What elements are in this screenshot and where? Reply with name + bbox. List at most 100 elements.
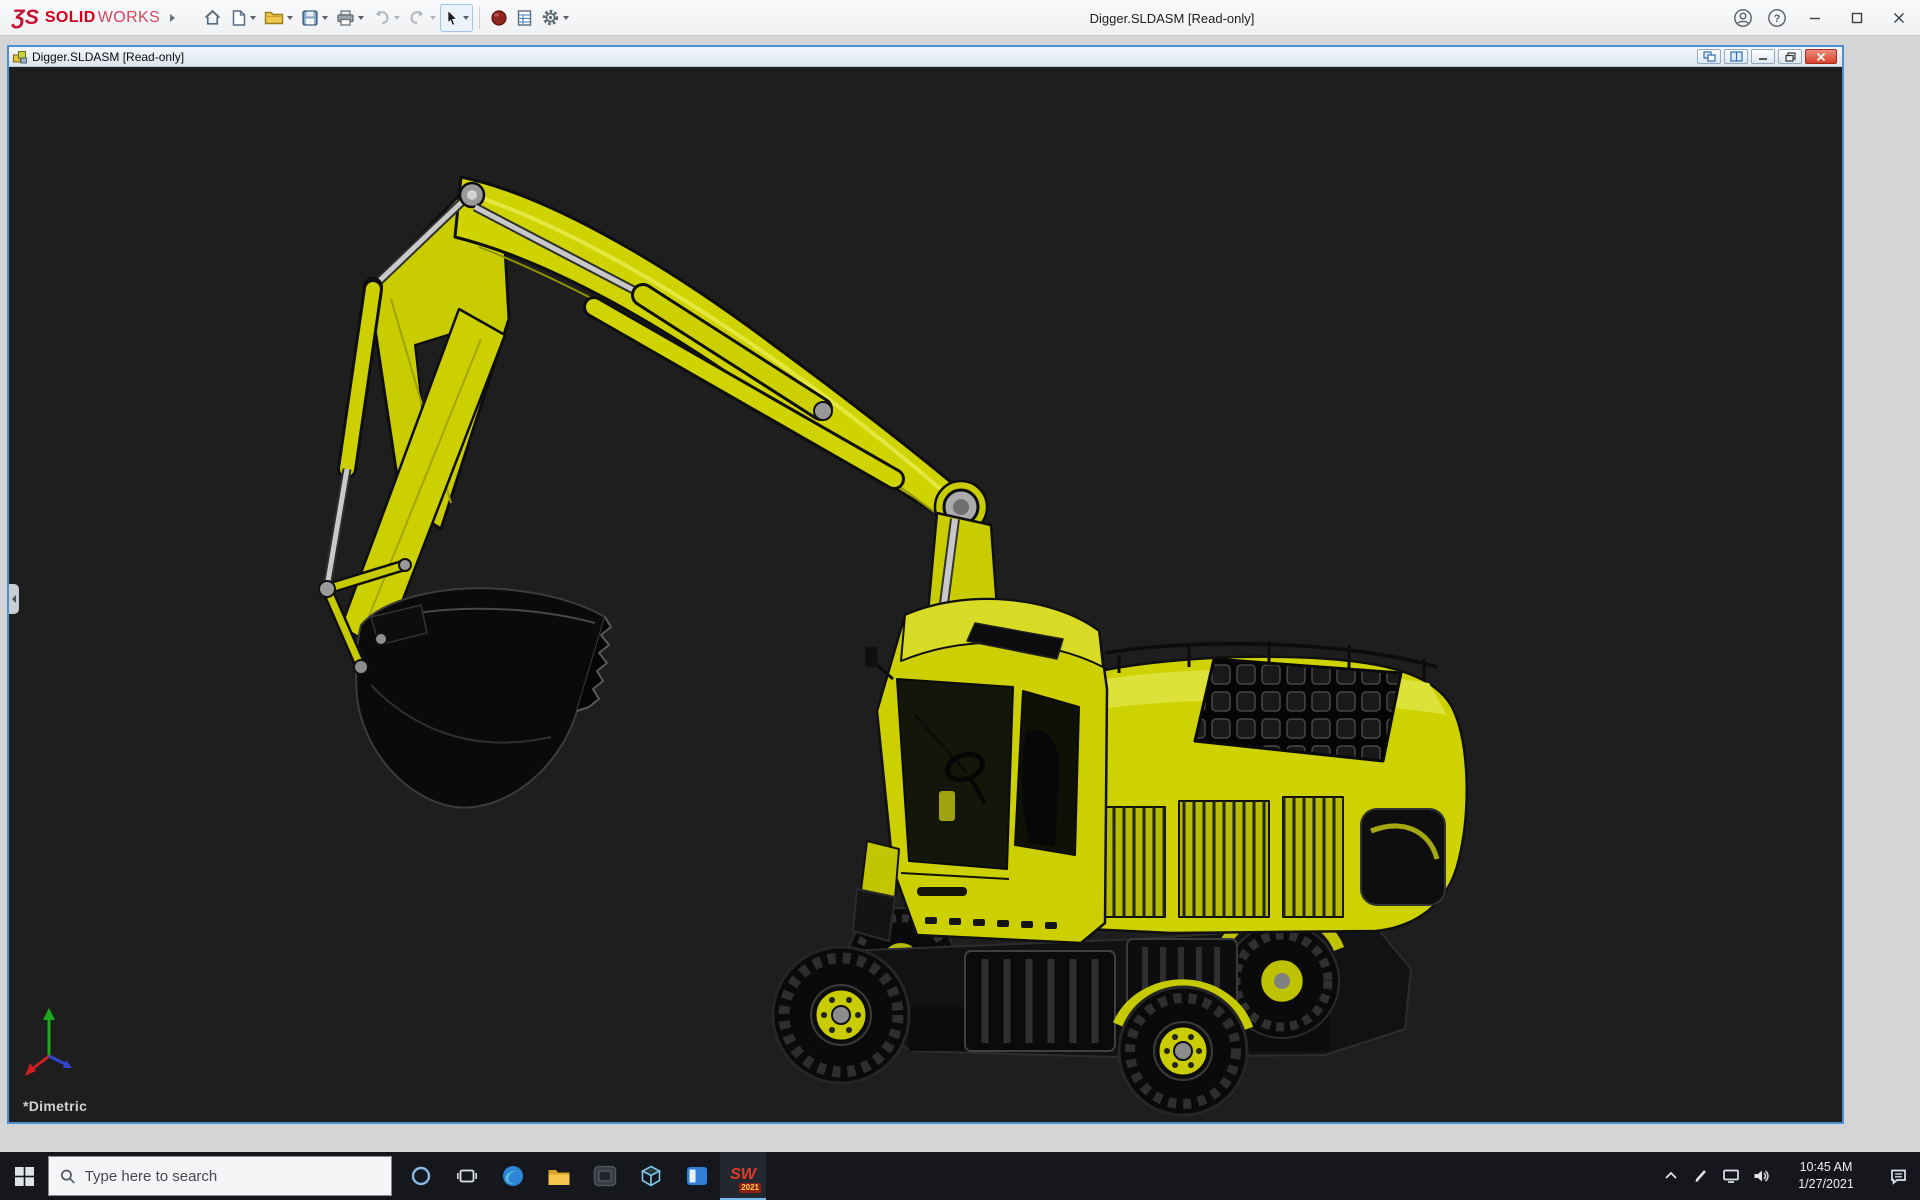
options-dropdown-caret[interactable] bbox=[563, 16, 569, 20]
taskbar-app2-button[interactable] bbox=[628, 1152, 674, 1200]
action-center-icon bbox=[1889, 1167, 1908, 1186]
doc-minimize-icon bbox=[1758, 52, 1768, 61]
assembly-document-icon bbox=[12, 49, 28, 65]
pen-icon bbox=[1693, 1168, 1709, 1184]
3d-scene[interactable] bbox=[9, 67, 1842, 1122]
redo-dropdown-caret[interactable] bbox=[430, 16, 436, 20]
task-view-button[interactable] bbox=[444, 1152, 490, 1200]
taskbar-app1-icon bbox=[593, 1164, 617, 1188]
doc-tile-button-2[interactable] bbox=[1724, 49, 1748, 64]
taskbar-clock[interactable]: 10:45 AM 1/27/2021 bbox=[1780, 1159, 1872, 1194]
document-titlebar[interactable]: Digger.SLDASM [Read-only] bbox=[9, 47, 1842, 67]
home-button[interactable] bbox=[199, 4, 226, 32]
select-tool-button[interactable] bbox=[440, 4, 473, 32]
cortana-icon bbox=[410, 1165, 432, 1187]
new-document-button[interactable] bbox=[226, 4, 260, 32]
document-window: Digger.SLDASM [Read-only] bbox=[7, 45, 1844, 1124]
close-button[interactable] bbox=[1878, 0, 1920, 36]
help-button[interactable]: ? bbox=[1760, 0, 1794, 36]
select-tool-dropdown-caret[interactable] bbox=[463, 16, 469, 20]
minimize-button[interactable] bbox=[1794, 0, 1836, 36]
boom-cylinder[interactable] bbox=[475, 207, 832, 420]
solidworks-icon: SW bbox=[730, 1167, 756, 1183]
windows-ink-button[interactable] bbox=[1686, 1152, 1716, 1200]
doc-tile-button-1[interactable] bbox=[1697, 49, 1721, 64]
tile-windows-icon bbox=[1703, 51, 1716, 62]
windows-start-icon bbox=[15, 1167, 34, 1186]
front-left-wheel[interactable] bbox=[773, 947, 909, 1083]
window-title: Digger.SLDASM [Read-only] bbox=[1090, 0, 1255, 36]
cortana-button[interactable] bbox=[398, 1152, 444, 1200]
taskbar-app2-icon bbox=[639, 1164, 663, 1188]
new-document-dropdown-caret[interactable] bbox=[250, 16, 256, 20]
search-input[interactable] bbox=[85, 1168, 380, 1185]
hidden-icons-button[interactable] bbox=[1656, 1152, 1686, 1200]
boom-assembly[interactable] bbox=[341, 177, 987, 651]
chevron-up-icon bbox=[1664, 1170, 1678, 1182]
clock-date: 1/27/2021 bbox=[1780, 1176, 1872, 1194]
edge-browser-button[interactable] bbox=[490, 1152, 536, 1200]
menu-flyout-caret-icon[interactable] bbox=[170, 14, 175, 22]
doc-minimize-button[interactable] bbox=[1751, 49, 1775, 64]
front-right-wheel[interactable] bbox=[1119, 986, 1247, 1115]
brand-solid-text: SOLID bbox=[45, 9, 96, 27]
open-dropdown-caret[interactable] bbox=[287, 16, 293, 20]
taskbar-app3-button[interactable] bbox=[674, 1152, 720, 1200]
account-icon bbox=[1733, 8, 1753, 28]
excavator-model[interactable] bbox=[319, 177, 1467, 1115]
new-document-icon bbox=[230, 9, 247, 27]
save-button[interactable] bbox=[297, 4, 332, 32]
options-button[interactable] bbox=[537, 4, 573, 32]
network-button[interactable] bbox=[1716, 1152, 1746, 1200]
action-center-button[interactable] bbox=[1876, 1152, 1920, 1200]
print-icon bbox=[336, 9, 355, 27]
cab[interactable] bbox=[853, 599, 1107, 943]
maximize-button[interactable] bbox=[1836, 0, 1878, 36]
undo-dropdown-caret[interactable] bbox=[394, 16, 400, 20]
feature-manager-collapse-tab[interactable] bbox=[9, 584, 19, 614]
appearance-button[interactable] bbox=[486, 4, 512, 32]
split-view-icon bbox=[1730, 51, 1743, 62]
account-button[interactable] bbox=[1726, 0, 1760, 36]
taskbar-app1-button[interactable] bbox=[582, 1152, 628, 1200]
bucket[interactable] bbox=[356, 588, 611, 807]
file-explorer-icon bbox=[547, 1166, 571, 1187]
design-table-button[interactable] bbox=[512, 4, 537, 32]
seat bbox=[1022, 730, 1059, 847]
design-table-icon bbox=[516, 9, 533, 27]
print-button[interactable] bbox=[332, 4, 368, 32]
document-title: Digger.SLDASM [Read-only] bbox=[32, 50, 184, 64]
toolbar-separator bbox=[479, 7, 480, 29]
home-icon bbox=[203, 8, 222, 27]
doc-close-button[interactable] bbox=[1805, 49, 1837, 64]
volume-button[interactable] bbox=[1746, 1152, 1776, 1200]
start-button[interactable] bbox=[0, 1152, 48, 1200]
quick-access-toolbar bbox=[199, 0, 573, 36]
search-icon bbox=[60, 1168, 76, 1185]
solidworks-ds-mark-icon: ƷS bbox=[12, 6, 39, 30]
open-button[interactable] bbox=[260, 4, 297, 32]
collapse-arrow-icon bbox=[12, 595, 16, 603]
mirror bbox=[865, 647, 877, 667]
view-orientation-label: *Dimetric bbox=[23, 1098, 87, 1114]
solidworks-logo[interactable]: ƷS SOLID WORKS bbox=[0, 6, 183, 30]
undo-button[interactable] bbox=[368, 4, 404, 32]
select-cursor-icon bbox=[444, 9, 460, 27]
side-vents bbox=[1081, 797, 1343, 917]
save-icon bbox=[301, 9, 319, 27]
minimize-icon bbox=[1809, 12, 1821, 24]
file-explorer-button[interactable] bbox=[536, 1152, 582, 1200]
document-window-controls bbox=[1697, 49, 1839, 64]
windshield bbox=[897, 679, 1013, 869]
taskbar-search-box[interactable] bbox=[48, 1156, 392, 1196]
doc-restore-button[interactable] bbox=[1778, 49, 1802, 64]
main-boom[interactable] bbox=[455, 177, 973, 533]
graphics-viewport[interactable]: *Dimetric bbox=[9, 67, 1842, 1122]
redo-button[interactable] bbox=[404, 4, 440, 32]
print-dropdown-caret[interactable] bbox=[358, 16, 364, 20]
solidworks-version-badge: 2021 bbox=[739, 1183, 761, 1193]
doc-restore-icon bbox=[1785, 52, 1796, 62]
save-dropdown-caret[interactable] bbox=[322, 16, 328, 20]
app-titlebar: ƷS SOLID WORKS bbox=[0, 0, 1920, 36]
solidworks-taskbar-button[interactable]: SW 2021 bbox=[720, 1152, 766, 1200]
